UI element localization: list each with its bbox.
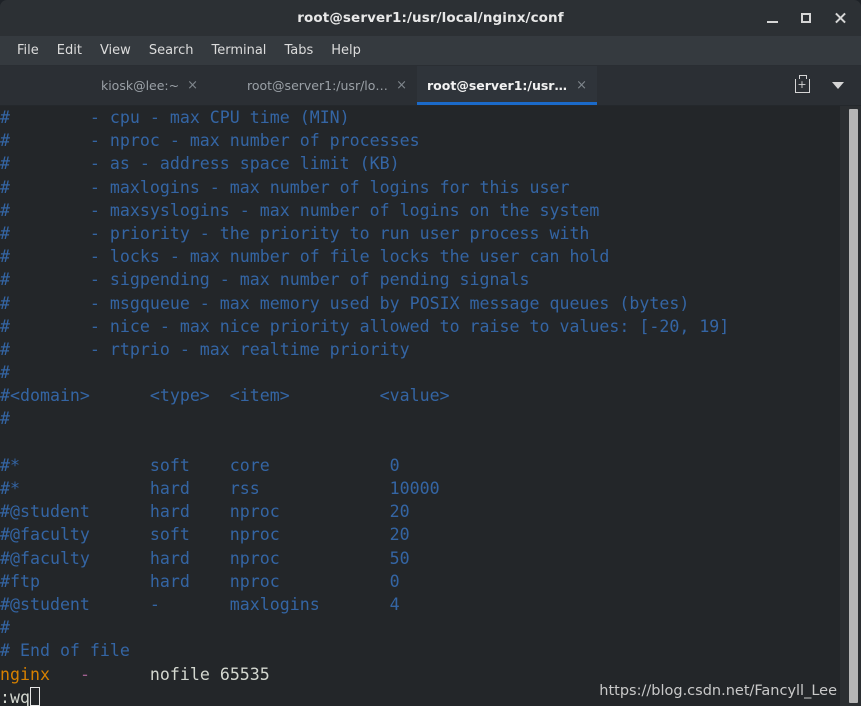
terminal-text-span: #@student hard nproc 20 — [0, 502, 410, 522]
terminal-line: #@student - maxlogins 4 — [0, 593, 861, 616]
window-title: root@server1:/usr/local/nginx/conf — [297, 10, 564, 26]
terminal-line: #<domain> <type> <item> <value> — [0, 384, 861, 407]
terminal-text-span: #* hard rss 10000 — [0, 479, 440, 498]
terminal-text-span: #@faculty hard nproc 50 — [0, 548, 410, 568]
tab-close-icon[interactable]: × — [187, 79, 198, 92]
menu-item-terminal[interactable]: Terminal — [202, 40, 275, 61]
terminal-body[interactable]: # - cpu - max CPU time (MIN) # - nproc - … — [0, 106, 861, 706]
menu-item-search[interactable]: Search — [140, 40, 203, 61]
terminal-text-span: #ftp hard nproc 0 — [0, 571, 400, 591]
terminal-text-span: # End of file — [0, 641, 130, 661]
vertical-scrollbar[interactable] — [840, 106, 861, 706]
close-button[interactable] — [825, 3, 855, 33]
menu-item-view[interactable]: View — [91, 40, 140, 61]
terminal-text-span: # - maxsyslogins - max number of logins … — [0, 200, 600, 220]
terminal-line: # - maxlogins - max number of logins for… — [0, 176, 861, 199]
terminal-line: # - nproc - max number of processes — [0, 129, 861, 152]
tab-label: root@server1:/usr/local/ngi… — [427, 78, 568, 93]
chevron-down-icon — [832, 82, 844, 89]
tab-label: root@server1:/usr/local/ngi… — [247, 78, 388, 93]
terminal-line: # — [0, 616, 861, 639]
watermark: https://blog.csdn.net/Fancyll_Lee — [599, 683, 837, 699]
maximize-button[interactable] — [791, 3, 821, 33]
terminal-line: # - rtprio - max realtime priority — [0, 338, 861, 361]
terminal-text-span: # - priority - the priority to run user … — [0, 223, 590, 243]
menu-item-tabs[interactable]: Tabs — [275, 40, 322, 61]
terminal-text-span — [90, 665, 150, 684]
terminal-text-span: #@faculty soft nproc 20 — [0, 525, 410, 545]
menu-item-edit[interactable]: Edit — [48, 40, 91, 61]
terminal-line: # - maxsyslogins - max number of logins … — [0, 199, 861, 222]
text-cursor — [29, 686, 41, 706]
maximize-icon — [801, 13, 811, 23]
menu-item-help[interactable]: Help — [322, 40, 370, 61]
terminal-text-span: # - nproc - max number of processes — [0, 131, 420, 151]
terminal-line: # - priority - the priority to run user … — [0, 222, 861, 245]
close-icon — [834, 12, 847, 25]
terminal-text-span: # — [0, 409, 10, 429]
terminal-text-span: # - sigpending - max number of pending s… — [0, 270, 530, 290]
terminal-text-span: # - nice - max nice priority allowed to … — [0, 316, 730, 336]
tab-nginx-conf-1[interactable]: root@server1:/usr/local/ngi… × — [237, 66, 417, 105]
scrollbar-thumb[interactable] — [849, 109, 858, 703]
tabbar: kiosk@lee:~ × root@server1:/usr/local/ng… — [0, 66, 861, 106]
terminal-text-span: # — [0, 618, 10, 638]
terminal-line: # - locks - max number of file locks the… — [0, 245, 861, 268]
terminal-text-span: # - rtprio - max realtime priority — [0, 339, 410, 359]
terminal-text-span: # - msgqueue - max memory used by POSIX … — [0, 293, 690, 313]
tab-label: kiosk@lee:~ — [100, 78, 180, 93]
menu-item-file[interactable]: File — [8, 40, 48, 61]
terminal-line: # - as - address space limit (KB) — [0, 152, 861, 175]
terminal-text: # - cpu - max CPU time (MIN) # - nproc - … — [0, 106, 861, 706]
terminal-line: #@student hard nproc 20 — [0, 500, 861, 523]
terminal-text-span: #* soft core 0 — [0, 455, 400, 475]
terminal-line: # — [0, 361, 861, 384]
menubar: File Edit View Search Terminal Tabs Help — [0, 36, 861, 66]
terminal-window: root@server1:/usr/local/nginx/conf File … — [0, 0, 861, 706]
terminal-line: # - sigpending - max number of pending s… — [0, 268, 861, 291]
terminal-line: #@faculty hard nproc 50 — [0, 547, 861, 570]
terminal-text-span: # — [0, 363, 10, 383]
tab-close-icon[interactable]: × — [396, 79, 407, 92]
terminal-text-span: nginx — [0, 664, 50, 684]
terminal-line: # End of file — [0, 639, 861, 662]
new-tab-icon — [794, 74, 810, 93]
terminal-text-span: # - as - address space limit (KB) — [0, 154, 400, 174]
tab-close-icon[interactable]: × — [576, 79, 587, 92]
terminal-line: #* hard rss 10000 — [0, 477, 861, 500]
minimize-button[interactable] — [757, 3, 787, 33]
tab-list-button[interactable] — [821, 67, 855, 105]
window-controls — [757, 0, 855, 36]
terminal-text-span: #@student - maxlogins 4 — [0, 594, 400, 614]
terminal-line: # — [0, 407, 861, 430]
tabbar-tools — [785, 66, 861, 105]
terminal-line: # - cpu - max CPU time (MIN) — [0, 106, 861, 129]
terminal-text-span: # - locks - max number of file locks the… — [0, 247, 610, 267]
terminal-line: # - nice - max nice priority allowed to … — [0, 315, 861, 338]
tab-nginx-conf-2[interactable]: root@server1:/usr/local/ngi… × — [417, 66, 597, 105]
terminal-text-span: - — [79, 664, 90, 684]
vim-command-text: :wq — [0, 687, 30, 706]
new-tab-button[interactable] — [785, 67, 819, 105]
minimize-icon — [766, 20, 778, 23]
tab-kiosk[interactable]: kiosk@lee:~ × — [62, 66, 237, 105]
titlebar: root@server1:/usr/local/nginx/conf — [0, 0, 861, 36]
terminal-text-span: # - cpu - max CPU time (MIN) — [0, 108, 350, 127]
terminal-text-span: nofile 65535 — [149, 664, 270, 684]
terminal-text-span: # - maxlogins - max number of logins for… — [0, 177, 570, 197]
terminal-line: #* soft core 0 — [0, 454, 861, 477]
terminal-line: # - msgqueue - max memory used by POSIX … — [0, 292, 861, 315]
terminal-line: #@faculty soft nproc 20 — [0, 523, 861, 546]
terminal-text-span — [50, 665, 80, 684]
terminal-line: #ftp hard nproc 0 — [0, 570, 861, 593]
terminal-text-span: #<domain> <type> <item> <value> — [0, 386, 450, 406]
